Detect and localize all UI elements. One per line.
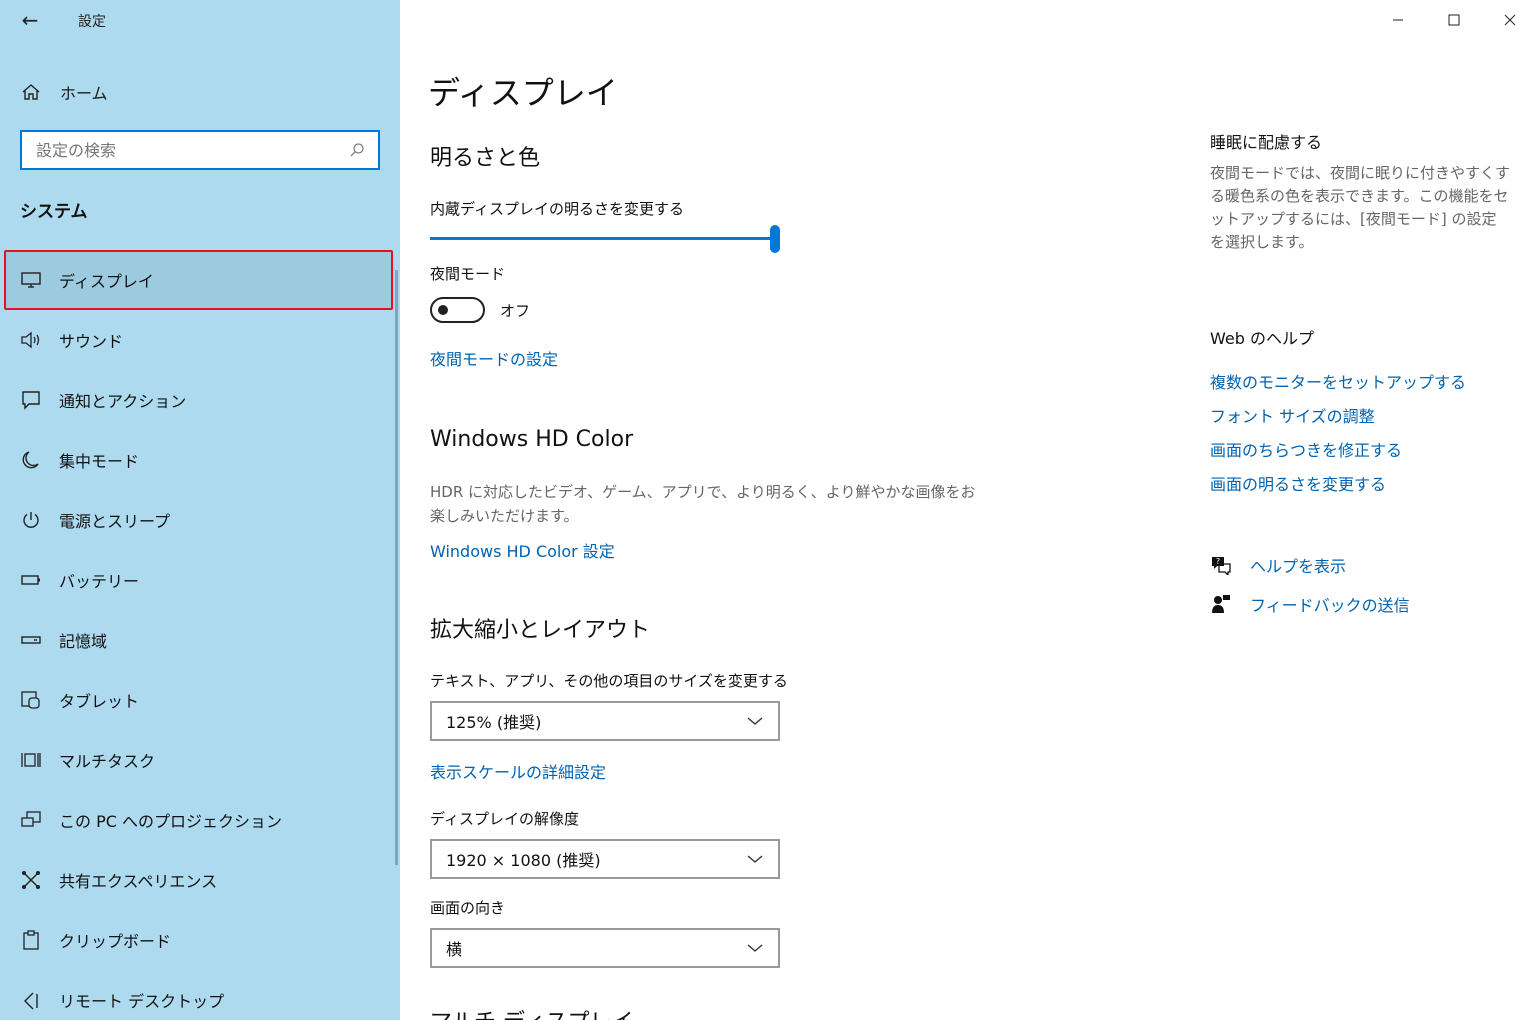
sidebar-item-projection[interactable]: この PC へのプロジェクション [0, 790, 395, 850]
help-link-flicker[interactable]: 画面のちらつきを修正する [1210, 437, 1402, 461]
night-mode-label: 夜間モード [430, 265, 506, 283]
brightness-slider-track[interactable] [430, 237, 775, 240]
moon-icon [20, 449, 42, 471]
home-icon [20, 81, 42, 103]
clipboard-icon [20, 929, 42, 951]
sidebar-item-storage[interactable]: 記憶域 [0, 610, 395, 670]
help-link-font-size[interactable]: フォント サイズの調整 [1210, 403, 1375, 427]
minimize-button[interactable] [1370, 0, 1426, 40]
page-title: ディスプレイ [428, 74, 618, 112]
brightness-label: 内蔵ディスプレイの明るさを変更する [430, 200, 684, 218]
get-help-link[interactable]: ヘルプを表示 [1250, 553, 1346, 577]
sidebar-item-label: この PC へのプロジェクション [59, 812, 282, 831]
sidebar-item-label: マルチタスク [59, 752, 156, 771]
sidebar-item-label: クリップボード [59, 932, 172, 951]
scale-dropdown[interactable]: 125% (推奨) [430, 701, 780, 741]
orientation-label: 画面の向き [430, 899, 506, 917]
multitask-icon [20, 749, 42, 771]
svg-text:?: ? [1216, 557, 1220, 566]
hdr-settings-link[interactable]: Windows HD Color 設定 [430, 538, 615, 562]
sidebar-item-display[interactable]: ディスプレイ [4, 250, 393, 310]
sidebar-item-notifications[interactable]: 通知とアクション [0, 370, 395, 430]
sidebar-item-multitask[interactable]: マルチタスク [0, 730, 395, 790]
chevron-down-icon [744, 848, 766, 870]
toggle-knob [438, 305, 448, 315]
web-help-title: Web のヘルプ [1210, 329, 1314, 348]
sidebar-item-clipboard[interactable]: クリップボード [0, 910, 395, 970]
search-icon[interactable] [346, 139, 368, 161]
power-icon [20, 509, 42, 531]
sidebar-scrollbar[interactable] [395, 270, 398, 865]
monitor-icon [20, 269, 42, 291]
speaker-icon [20, 329, 42, 351]
sidebar-item-label: 共有エクスペリエンス [59, 872, 218, 891]
notification-icon [20, 389, 42, 411]
storage-icon [20, 629, 42, 651]
sidebar-item-tablet[interactable]: タブレット [0, 670, 395, 730]
orientation-value: 横 [446, 940, 463, 959]
chevron-down-icon [744, 710, 766, 732]
help-link-brightness[interactable]: 画面の明るさを変更する [1210, 471, 1386, 495]
scale-label: テキスト、アプリ、その他の項目のサイズを変更する [430, 672, 788, 690]
brightness-section-heading: 明るさと色 [430, 146, 541, 171]
feedback-row[interactable]: フィードバックの送信 [1210, 592, 1410, 616]
sidebar-item-label: ディスプレイ [59, 272, 154, 291]
sidebar-item-shared-experiences[interactable]: 共有エクスペリエンス [0, 850, 395, 910]
sidebar-item-label: 集中モード [59, 452, 140, 471]
sidebar: ← 設定 ホーム システム ディスプレイ サウンド [0, 0, 400, 1020]
multi-display-section-heading: マルチ ディスプレイ [430, 1004, 633, 1020]
battery-icon [20, 569, 42, 591]
sidebar-item-label: タブレット [59, 692, 140, 711]
sidebar-item-label: リモート デスクトップ [59, 992, 225, 1011]
sidebar-item-label: 電源とスリープ [59, 512, 171, 531]
night-mode-settings-link[interactable]: 夜間モードの設定 [430, 346, 558, 370]
orientation-dropdown[interactable]: 横 [430, 928, 780, 968]
resolution-label: ディスプレイの解像度 [430, 810, 579, 828]
tablet-icon [20, 689, 42, 711]
scale-value: 125% (推奨) [446, 713, 542, 732]
feedback-icon [1210, 593, 1232, 615]
section-label: システム [20, 202, 88, 222]
sidebar-item-label: ホーム [60, 84, 108, 103]
sidebar-item-sound[interactable]: サウンド [0, 310, 395, 370]
projection-icon [20, 809, 42, 831]
resolution-value: 1920 × 1080 (推奨) [446, 851, 601, 870]
feedback-link[interactable]: フィードバックの送信 [1250, 592, 1410, 616]
sidebar-item-home[interactable]: ホーム [0, 72, 400, 112]
brightness-slider-thumb[interactable] [770, 225, 780, 253]
hdr-section-heading: Windows HD Color [430, 427, 634, 452]
night-mode-state: オフ [500, 302, 531, 320]
scale-advanced-link[interactable]: 表示スケールの詳細設定 [430, 759, 606, 783]
close-icon [1499, 9, 1521, 31]
resolution-dropdown[interactable]: 1920 × 1080 (推奨) [430, 839, 780, 879]
maximize-button[interactable] [1426, 0, 1482, 40]
search-input[interactable] [22, 132, 346, 168]
help-chat-icon: ? [1210, 554, 1232, 576]
close-button[interactable] [1482, 0, 1538, 40]
sidebar-nav: ディスプレイ サウンド 通知とアクション 集中モード 電源とスリープ バッテリー… [0, 250, 395, 1020]
sleep-title: 睡眠に配慮する [1210, 133, 1323, 152]
sleep-description: 夜間モードでは、夜間に眠りに付きやすくする暖色系の色を表示できます。この機能をセ… [1210, 164, 1511, 251]
help-link-multi-monitor[interactable]: 複数のモニターをセットアップする [1210, 369, 1466, 393]
minimize-icon [1387, 9, 1409, 31]
sidebar-item-remote-desktop[interactable]: リモート デスクトップ [0, 970, 395, 1020]
sidebar-item-battery[interactable]: バッテリー [0, 550, 395, 610]
sidebar-item-label: バッテリー [59, 572, 140, 591]
sidebar-item-label: サウンド [59, 332, 124, 351]
shared-icon [20, 869, 42, 891]
search-box [20, 130, 380, 170]
app-title: 設定 [78, 14, 106, 30]
hdr-description: HDR に対応したビデオ、ゲーム、アプリで、より明るく、より鮮やかな画像をお楽し… [430, 483, 976, 525]
maximize-icon [1443, 9, 1465, 31]
sidebar-item-label: 通知とアクション [59, 392, 187, 411]
scale-section-heading: 拡大縮小とレイアウト [430, 618, 651, 643]
back-arrow-icon[interactable]: ← [16, 6, 44, 34]
sidebar-item-power[interactable]: 電源とスリープ [0, 490, 395, 550]
chevron-down-icon [744, 937, 766, 959]
sidebar-item-label: 記憶域 [59, 632, 108, 651]
sidebar-item-focus[interactable]: 集中モード [0, 430, 395, 490]
get-help-row[interactable]: ? ヘルプを表示 [1210, 553, 1346, 577]
remote-desktop-icon [20, 989, 42, 1011]
night-mode-toggle[interactable] [430, 297, 485, 323]
